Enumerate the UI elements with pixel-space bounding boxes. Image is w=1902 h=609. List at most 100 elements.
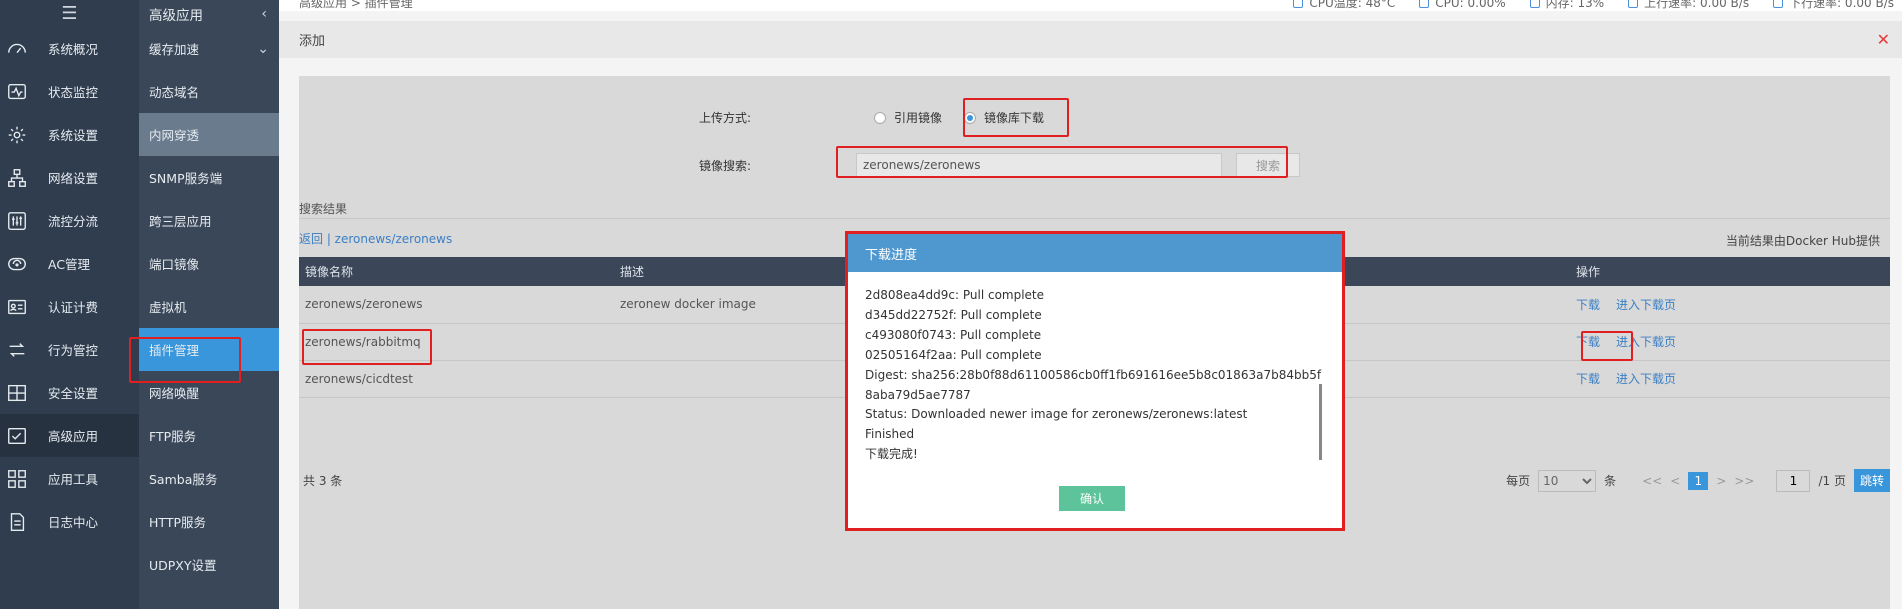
confirm-button[interactable]: 确认 — [1059, 486, 1125, 511]
sidebar-item-label: 系统设置 — [48, 128, 99, 143]
last-page-button[interactable]: >> — [1734, 474, 1754, 488]
sidebar-item-tools[interactable]: 应用工具 — [0, 457, 139, 500]
subnav-item-vm[interactable]: 虚拟机 — [139, 285, 279, 328]
sliders-icon — [6, 210, 28, 232]
breadcrumb: 高级应用 > 插件管理 — [299, 0, 413, 10]
sidebar-item-flow-control[interactable]: 流控分流 — [0, 199, 139, 242]
sidebar-item-ac[interactable]: AC管理 — [0, 242, 139, 285]
highlight-box-repo — [963, 98, 1069, 137]
per-page-select[interactable]: 10 — [1538, 469, 1597, 492]
subnav-item-ddns[interactable]: 动态域名 — [139, 70, 279, 113]
cpu-temp-stat: CPU温度: 48°C — [1293, 0, 1395, 11]
chevron-down-icon: ⌄ — [257, 40, 269, 57]
subnav-item-nat-traversal[interactable]: 内网穿透 — [139, 113, 279, 156]
subnav-item-label: UDPXY设置 — [149, 558, 217, 573]
download-link[interactable]: 下载 — [1576, 298, 1600, 312]
sidebar-item-label: 网络设置 — [48, 171, 99, 186]
current-page[interactable]: 1 — [1688, 471, 1709, 490]
subnav-item-ftp[interactable]: FTP服务 — [139, 414, 279, 457]
subnav-item-label: Samba服务 — [149, 472, 218, 487]
next-page-button[interactable]: > — [1716, 474, 1726, 488]
network-icon — [6, 167, 28, 189]
sidebar-item-security[interactable]: 安全设置 — [0, 371, 139, 414]
subnav-item-label: 缓存加速 — [149, 42, 200, 57]
total-pages: /1 页 — [1818, 474, 1846, 488]
cpu-temp-value: CPU温度: 48°C — [1309, 0, 1396, 10]
goto-download-page-link[interactable]: 进入下载页 — [1616, 298, 1676, 312]
radio-ref-dot[interactable] — [874, 111, 886, 124]
per-page-label: 每页 — [1506, 474, 1531, 488]
upload-value: 上行速率: 0.00 B/s — [1644, 0, 1750, 10]
panel-header: 添加 ✕ — [279, 21, 1902, 58]
sidebar-item-advanced[interactable]: 高级应用 — [0, 414, 139, 457]
radio-ref-image[interactable]: 引用镜像 — [874, 109, 942, 126]
col-name: 镜像名称 — [299, 257, 614, 286]
arrows-icon — [6, 339, 28, 361]
sub-sidebar-title: 高级应用 — [149, 7, 203, 24]
mem-stat: 内存: 13% — [1529, 0, 1604, 11]
total-count: 共 3 条 — [303, 474, 343, 488]
sidebar-item-overview[interactable]: 系统概况 — [0, 27, 139, 70]
sidebar-item-status[interactable]: 状态监控 — [0, 70, 139, 113]
pagination: 每页 10 条 << < 1 > >> /1 页 跳转 — [1506, 469, 1890, 492]
col-ops: 操作 — [1570, 257, 1890, 286]
back-link[interactable]: 返回 | zeronews/zeronews — [299, 230, 452, 247]
sidebar-item-label: 状态监控 — [48, 85, 99, 100]
sidebar-item-label: 安全设置 — [48, 386, 99, 401]
subnav-item-udpxy[interactable]: UDPXY设置 — [139, 543, 279, 586]
subnav-item-label: HTTP服务 — [149, 515, 206, 530]
subnav-item-cache[interactable]: 缓存加速 ⌄ — [139, 27, 279, 70]
tools-icon — [6, 468, 28, 490]
shield-icon — [6, 382, 28, 404]
subnav-item-samba[interactable]: Samba服务 — [139, 457, 279, 500]
sidebar-item-auth[interactable]: 认证计费 — [0, 285, 139, 328]
top-bar: 高级应用 > 插件管理 CPU温度: 48°C CPU: 0.00% 内存: 1… — [279, 0, 1902, 11]
sidebar-item-label: 日志中心 — [48, 515, 99, 530]
subnav-item-label: 虚拟机 — [149, 300, 187, 315]
subnav-item-port-mirror[interactable]: 端口镜像 — [139, 242, 279, 285]
first-page-button[interactable]: << — [1642, 474, 1662, 488]
row-name: zeronews/zeronews — [299, 286, 614, 324]
highlight-box-plugins — [129, 337, 241, 383]
goto-page-input[interactable] — [1776, 469, 1811, 492]
highlight-box-download — [1581, 331, 1633, 361]
subnav-item-label: SNMP服务端 — [149, 171, 223, 186]
cpu-value: CPU: 0.00% — [1435, 0, 1506, 10]
highlight-box-row-name — [302, 329, 432, 365]
download-link[interactable]: 下载 — [1576, 372, 1600, 386]
sidebar-item-label: 高级应用 — [48, 429, 99, 444]
sidebar-item-logs[interactable]: 日志中心 — [0, 500, 139, 543]
subnav-item-label: 网络唤醒 — [149, 386, 200, 401]
log-scrollbar[interactable] — [1319, 384, 1322, 460]
provider-note: 当前结果由Docker Hub提供 — [1725, 234, 1880, 248]
per-page-unit: 条 — [1604, 474, 1617, 488]
highlight-box-search — [836, 146, 1288, 178]
sidebar-item-label: AC管理 — [48, 257, 91, 272]
sidebar-item-network[interactable]: 网络设置 — [0, 156, 139, 199]
chevron-left-icon[interactable]: ‹ — [261, 6, 267, 22]
sub-sidebar: 高级应用 ‹ 缓存加速 ⌄ 动态域名 内网穿透 SNMP服务端 跨三层应用 端口… — [139, 0, 279, 609]
dashboard-icon — [6, 38, 28, 60]
goto-download-page-link[interactable]: 进入下载页 — [1616, 372, 1676, 386]
subnav-item-http[interactable]: HTTP服务 — [139, 500, 279, 543]
subnav-item-l3[interactable]: 跨三层应用 — [139, 199, 279, 242]
checklist-icon — [6, 425, 28, 447]
prev-page-button[interactable]: < — [1670, 474, 1680, 488]
row-ops: 下载 进入下载页 — [1570, 286, 1890, 324]
menu-icon[interactable]: ☰ — [0, 0, 139, 27]
upload-method-label: 上传方式: — [699, 111, 752, 125]
sidebar-item-system-settings[interactable]: 系统设置 — [0, 113, 139, 156]
download-progress-dialog: 下载进度 2d808ea4dd9c: Pull complete d345dd2… — [845, 231, 1345, 531]
subnav-item-snmp[interactable]: SNMP服务端 — [139, 156, 279, 199]
dialog-title: 下载进度 — [865, 247, 918, 263]
results-divider — [299, 218, 1890, 219]
cpu-icon — [1419, 0, 1430, 8]
sub-sidebar-header[interactable]: 高级应用 ‹ — [139, 0, 279, 27]
close-icon[interactable]: ✕ — [1877, 30, 1890, 49]
system-stats: CPU温度: 48°C CPU: 0.00% 内存: 13% 上行速率: 0.0… — [1293, 0, 1894, 11]
jump-button[interactable]: 跳转 — [1853, 469, 1890, 492]
sidebar-item-behavior[interactable]: 行为管控 — [0, 328, 139, 371]
download-stat: 下行速率: 0.00 B/s — [1773, 0, 1894, 11]
subnav-item-label: FTP服务 — [149, 429, 197, 444]
log-icon — [6, 511, 28, 533]
